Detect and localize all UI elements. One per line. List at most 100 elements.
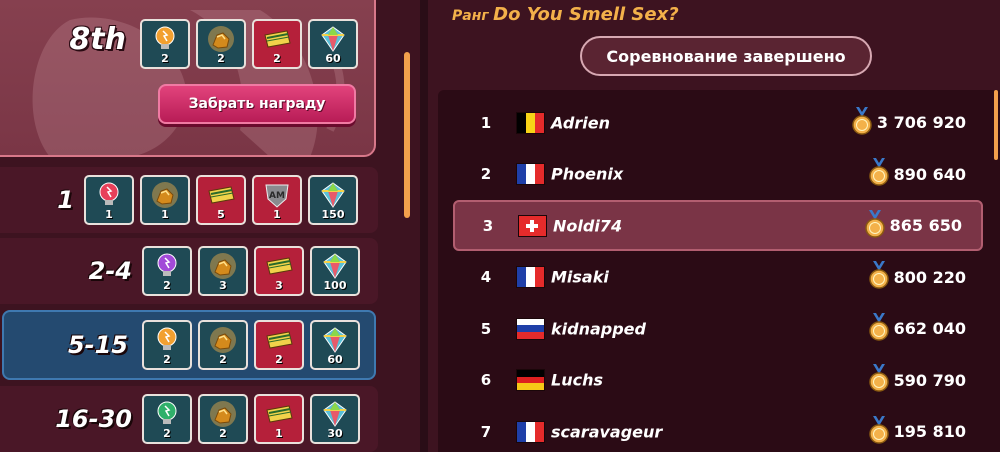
medal-icon [868,415,890,448]
medal-icon [864,209,886,242]
item-quantity: 2 [219,427,227,440]
item-quantity: 2 [273,52,281,65]
player-name[interactable]: Luchs [551,371,603,390]
player-position: 2 [480,165,492,183]
reward-item[interactable]: 150 [308,175,358,225]
leaderboard-row[interactable]: 4 Misaki 800 220 [438,252,1000,303]
item-quantity: 2 [217,52,225,65]
leaderboard-scrollbar[interactable] [994,90,998,160]
item-quantity: 1 [161,208,169,221]
rank-prefix: Ранг [452,8,489,24]
medal-icon [868,261,890,293]
player-score: 3 706 920 [851,106,966,139]
league-title: Ранг Do You Smell Sex? [452,4,679,25]
leaderboard-row[interactable]: 7 scaravageur 195 810 [438,406,1000,452]
reward-item[interactable]: 3 [254,246,304,296]
france-flag-icon [516,163,545,185]
switzerland-flag-icon [518,214,547,237]
item-quantity: 2 [219,353,227,366]
medal-icon [868,312,890,345]
score-value: 865 650 [889,216,962,235]
tier-items: 1 1 5 AM 1 150 [84,175,358,225]
item-quantity: 3 [275,279,283,292]
item-quantity: 1 [275,427,283,440]
medal-icon [868,364,890,396]
claim-reward-button[interactable]: Забрать награду [158,84,356,124]
reward-item[interactable]: 2 [142,246,192,296]
player-position: 7 [480,422,492,441]
player-name[interactable]: Adrien [551,113,610,132]
rewards-scrollbar[interactable] [404,52,410,218]
league-name: Do You Smell Sex? [493,4,679,25]
my-reward-card: 8th 2 2 2 60 Забрать награду [0,0,376,157]
reward-item[interactable]: 30 [310,394,360,444]
reward-item[interactable]: 1 [254,394,304,444]
reward-item[interactable]: 60 [308,19,358,69]
reward-item[interactable]: AM 1 [252,175,302,225]
player-position: 1 [480,113,492,132]
item-quantity: 2 [275,353,283,366]
item-quantity: 100 [323,279,347,292]
russia-flag-icon [516,317,545,340]
item-quantity: 2 [163,353,171,366]
france-flag-icon [516,420,545,443]
tier-row-5-15: 5-15 2 2 2 60 [2,310,376,380]
tier-row-2-4: 2-4 2 3 3 100 [0,238,378,304]
player-name[interactable]: scaravageur [551,422,662,441]
item-quantity: 2 [163,279,171,292]
rewards-panel: 8th 2 2 2 60 Забрать награду 1 1 1 5 AM 1 150 2-… [0,0,420,452]
score-value: 590 790 [893,370,966,390]
leaderboard-row[interactable]: 1 Adrien 3 706 920 [438,97,1000,148]
svg-text:AM: AM [269,191,285,201]
leaderboard-row[interactable]: 6 Luchs 590 790 [438,355,1000,406]
reward-item[interactable]: 1 [84,175,134,225]
reward-item[interactable]: 1 [140,175,190,225]
reward-item[interactable]: 2 [196,19,246,69]
player-name[interactable]: kidnapped [551,319,646,338]
leaderboard-list: 1 Adrien 3 706 920 2 Phoenix 890 640 3 Noldi74 8… [438,90,1000,452]
player-name[interactable]: Misaki [551,268,609,287]
tier-row-1: 1 1 1 5 AM 1 150 [0,167,378,233]
reward-item[interactable]: 2 [142,320,192,370]
reward-item[interactable]: 3 [198,246,248,296]
leaderboard-row[interactable]: 5 kidnapped 662 040 [438,303,1000,354]
score-value: 890 640 [893,164,966,184]
player-name[interactable]: Phoenix [551,165,623,184]
leaderboard-row-current-player[interactable]: 3 Noldi74 865 650 [453,200,983,251]
score-value: 195 810 [893,422,966,441]
item-quantity: 150 [321,208,345,221]
reward-item[interactable]: 60 [310,320,360,370]
tier-items: 2 2 2 60 [142,320,360,370]
score-value: 662 040 [893,319,966,338]
reward-item[interactable]: 2 [198,320,248,370]
reward-item[interactable]: 2 [198,394,248,444]
reward-item[interactable]: 2 [142,394,192,444]
player-score: 195 810 [868,415,966,448]
player-position: 5 [480,319,492,338]
belgium-flag-icon [516,111,545,134]
leaderboard-row[interactable]: 2 Phoenix 890 640 [438,149,1000,200]
germany-flag-icon [516,369,545,391]
item-quantity: 1 [105,208,113,221]
tier-items: 2 2 1 30 [142,394,360,444]
reward-item[interactable]: 100 [310,246,360,296]
player-position: 3 [482,216,494,235]
player-name[interactable]: Noldi74 [553,216,622,235]
score-value: 3 706 920 [876,113,966,132]
reward-item[interactable]: 2 [254,320,304,370]
reward-item[interactable]: 2 [140,19,190,69]
tier-range: 2-4 [88,257,132,285]
leaderboard-panel: Ранг Do You Smell Sex? Соревнование заве… [428,0,1000,452]
item-quantity: 60 [327,353,343,366]
reward-item[interactable]: 5 [196,175,246,225]
reward-item[interactable]: 2 [252,19,302,69]
item-quantity: 5 [217,208,225,221]
medal-icon [868,158,890,190]
player-score: 590 790 [868,364,966,396]
item-quantity: 30 [327,427,343,440]
item-quantity: 3 [219,279,227,292]
score-value: 800 220 [893,267,966,287]
tier-range: 1 [57,186,74,214]
my-reward-items: 2 2 2 60 [140,19,358,69]
player-position: 6 [480,371,492,389]
